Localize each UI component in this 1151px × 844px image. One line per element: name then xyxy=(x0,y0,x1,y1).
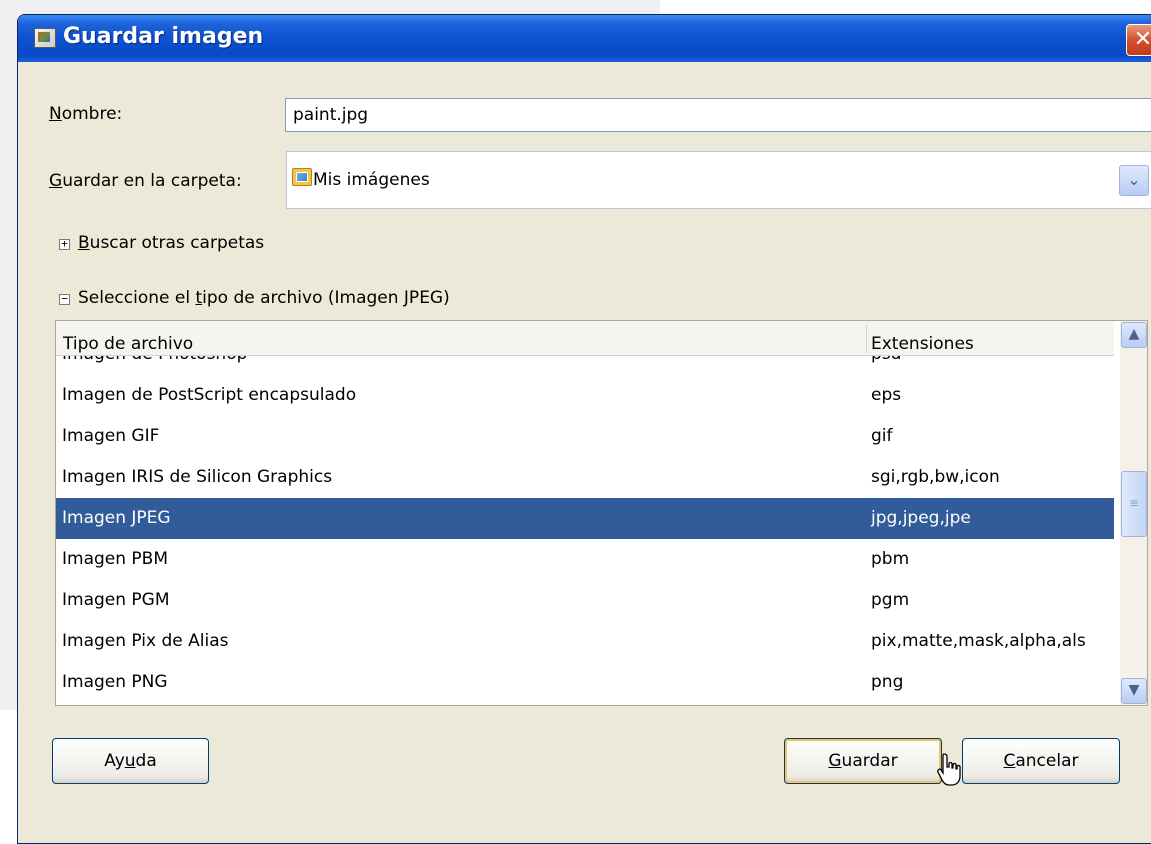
filetype-expander[interactable]: Seleccione el tipo de archivo (Imagen JP… xyxy=(78,288,450,308)
table-header: Tipo de archivo Extensiones xyxy=(56,321,1114,356)
column-header-type[interactable]: Tipo de archivo xyxy=(63,321,193,356)
column-header-extensions[interactable]: Extensiones xyxy=(871,321,974,356)
table-row[interactable]: Imagen PGM pgm xyxy=(56,580,1114,621)
help-button[interactable]: Ayuda xyxy=(52,738,209,784)
vertical-scrollbar[interactable]: ▲ ≡ ▼ xyxy=(1120,321,1147,705)
title-bar[interactable]: Guardar imagen ✕ xyxy=(18,15,1151,62)
mouse-cursor-icon xyxy=(937,753,961,786)
save-button[interactable]: Guardar xyxy=(784,738,942,784)
cancel-button[interactable]: Cancelar xyxy=(962,738,1120,784)
table-row-selected[interactable]: Imagen JPEG jpg,jpeg,jpe xyxy=(56,498,1114,539)
table-row[interactable]: Imagen PBM pbm xyxy=(56,539,1114,580)
scroll-up-button[interactable]: ▲ xyxy=(1121,322,1147,348)
table-row[interactable]: Imagen Pix de Alias pix,matte,mask,alpha,… xyxy=(56,621,1114,662)
chevron-down-icon[interactable]: ⌄ xyxy=(1119,165,1149,196)
app-icon xyxy=(34,28,56,48)
table-row[interactable]: Imagen GIF gif xyxy=(56,416,1114,457)
table-row[interactable]: Imagen IRIS de Silicon Graphics sgi,rgb,b… xyxy=(56,457,1114,498)
dialog-title: Guardar imagen xyxy=(63,24,264,49)
folder-combobox[interactable]: Mis imágenes ⌄ xyxy=(286,151,1151,209)
folder-value: Mis imágenes xyxy=(313,170,430,190)
close-button[interactable]: ✕ xyxy=(1126,24,1151,56)
filename-input[interactable]: paint.jpg xyxy=(285,98,1151,132)
browse-folders-expander[interactable]: Buscar otras carpetas xyxy=(78,233,264,253)
table-row[interactable]: Imagen PNG png xyxy=(56,662,1114,703)
pictures-folder-icon xyxy=(292,168,312,186)
name-label: Nombre: xyxy=(49,104,123,124)
collapse-minus-icon[interactable]: − xyxy=(59,293,70,305)
scroll-down-button[interactable]: ▼ xyxy=(1121,678,1147,704)
folder-label: Guardar en la carpeta: xyxy=(49,171,242,191)
save-image-dialog: Guardar imagen ✕ Nombre: paint.jpg Guard… xyxy=(17,14,1151,844)
table-row[interactable]: Imagen de PostScript encapsulado eps xyxy=(56,375,1114,416)
filetype-table: Tipo de archivo Extensiones Imagen de Ph… xyxy=(55,320,1148,706)
column-divider[interactable] xyxy=(866,325,867,353)
expand-plus-icon[interactable]: + xyxy=(59,238,70,250)
scroll-thumb[interactable]: ≡ xyxy=(1121,471,1147,537)
table-body: Imagen de Photoshoppsd Imagen de PostScr… xyxy=(56,356,1114,705)
table-row[interactable]: Imagen de Photoshoppsd xyxy=(56,356,1114,375)
